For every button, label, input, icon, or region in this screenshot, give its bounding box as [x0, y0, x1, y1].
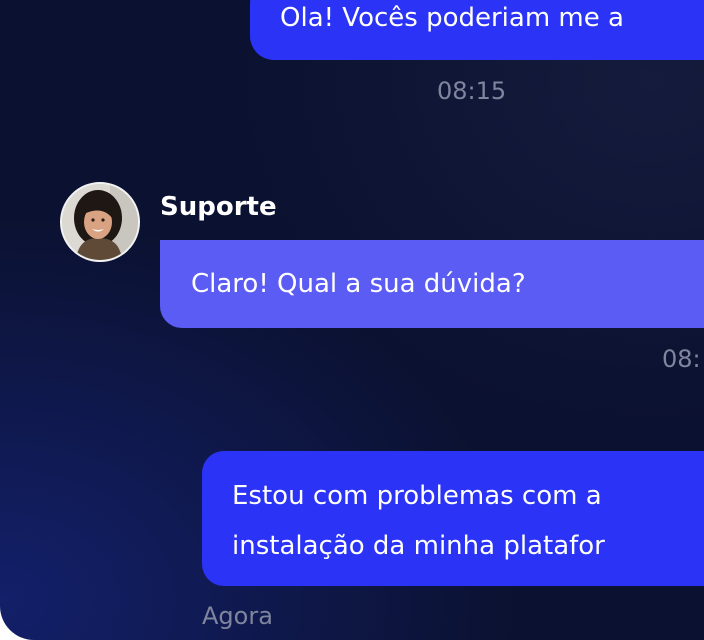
message-text: Claro! Qual a sua dúvida?: [191, 269, 526, 299]
message-timestamp: Agora: [202, 602, 273, 630]
chat-window: Ola! Vocês poderiam me a 08:15 Suporte C…: [0, 0, 704, 640]
user-message-bubble: Ola! Vocês poderiam me a: [250, 0, 704, 60]
message-text: Ola! Vocês poderiam me a: [280, 3, 624, 33]
message-text-line: instalação da minha platafor: [232, 531, 605, 561]
sender-name: Suporte: [160, 192, 277, 222]
support-avatar: [60, 182, 140, 262]
message-text-line: Estou com problemas com a: [232, 481, 602, 511]
message-timestamp: 08:15: [437, 77, 507, 105]
support-agent-avatar-icon: [62, 184, 138, 260]
message-timestamp: 08:: [662, 345, 701, 373]
support-message-bubble: Claro! Qual a sua dúvida?: [160, 240, 704, 328]
user-message-bubble: Estou com problemas com a instalação da …: [202, 451, 704, 586]
